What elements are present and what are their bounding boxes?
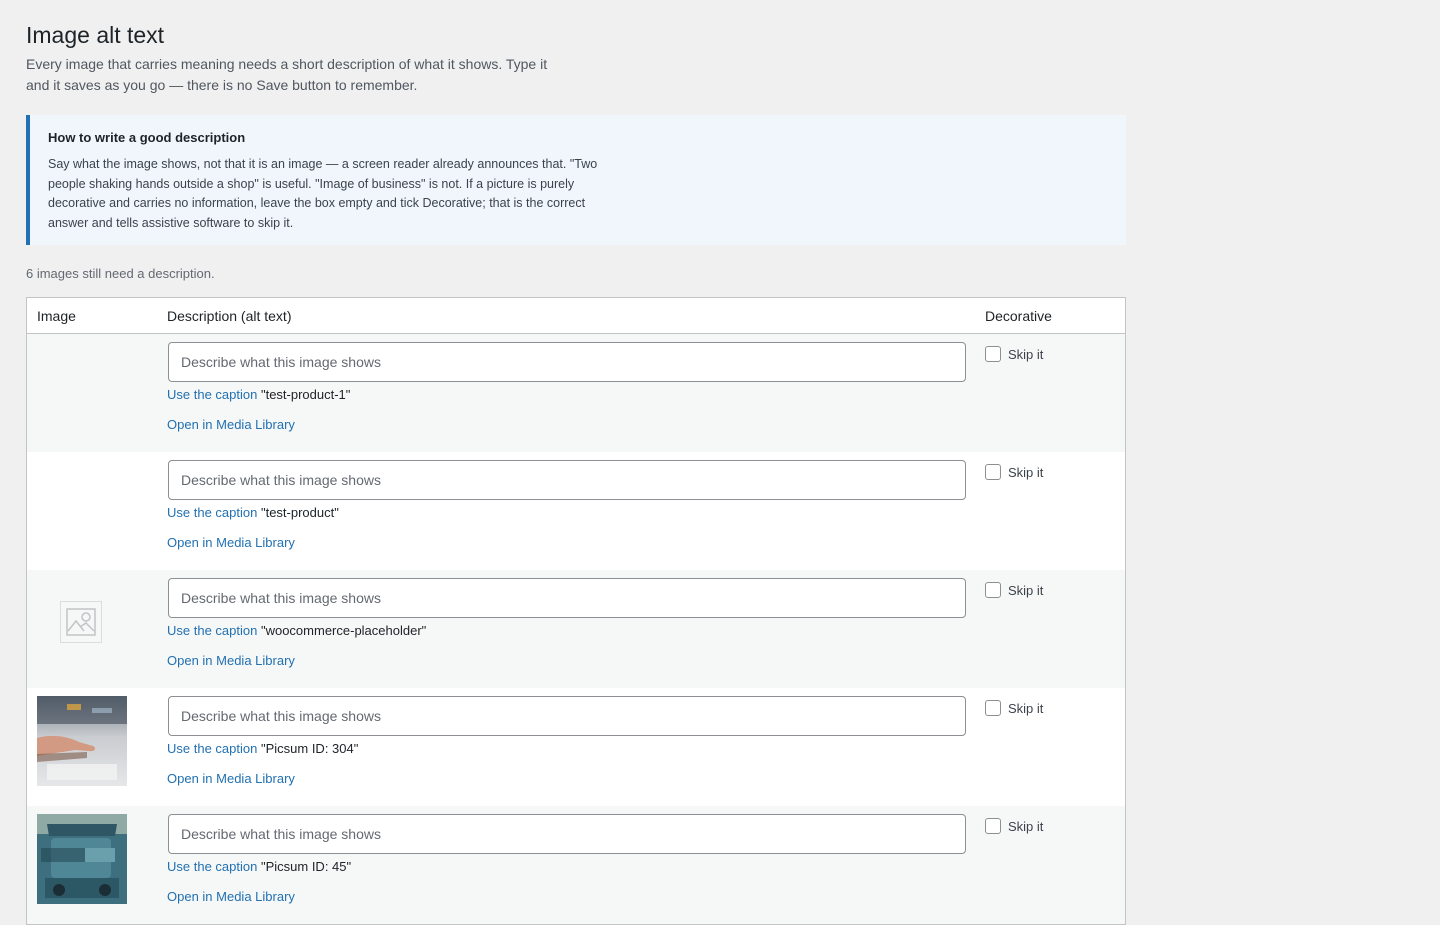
caption-text: "woocommerce-placeholder" [260,623,427,638]
checkbox-box[interactable] [985,582,1001,598]
alt-text-input[interactable] [168,814,966,854]
page-title: Image alt text [26,22,165,48]
guidance-body: Say what the image shows, not that it is… [48,157,598,231]
use-caption-link[interactable]: Use the caption [167,623,257,638]
caption-line: Use the caption "woocommerce-placeholder… [167,622,426,640]
skip-label: Skip it [1008,346,1044,362]
open-media-library-link[interactable]: Open in Media Library [167,652,295,670]
open-media-library-link[interactable]: Open in Media Library [167,888,295,906]
caption-line: Use the caption "test-product" [167,504,339,522]
checkbox-box[interactable] [985,700,1001,716]
page-intro: Every image that carries meaning needs a… [26,56,548,93]
decorative-checkbox[interactable]: Skip it [985,346,1043,362]
column-header-image: Image [37,308,76,324]
image-thumbnail [37,814,127,904]
caption-line: Use the caption "Picsum ID: 304" [167,740,358,758]
decorative-checkbox[interactable]: Skip it [985,818,1043,834]
decorative-checkbox[interactable]: Skip it [985,700,1043,716]
decorative-checkbox[interactable]: Skip it [985,464,1043,480]
alt-text-input[interactable] [168,460,966,500]
alt-text-table: Image Description (alt text) Decorative … [26,297,1126,925]
alt-text-input[interactable] [168,696,966,736]
table-row: Use the caption "test-product-1" Open in… [27,334,1125,452]
caption-line: Use the caption "Picsum ID: 45" [167,858,351,876]
image-thumbnail [37,696,127,786]
column-header-decorative: Decorative [985,308,1052,324]
checkbox-box[interactable] [985,346,1001,362]
table-row: Use the caption "woocommerce-placeholder… [27,570,1125,688]
remaining-count: 6 images still need a description. [26,266,215,281]
open-media-library-link[interactable]: Open in Media Library [167,534,295,552]
skip-label: Skip it [1008,464,1044,480]
open-media-library-link[interactable]: Open in Media Library [167,416,295,434]
column-header-description: Description (alt text) [167,308,292,324]
alt-text-input[interactable] [168,578,966,618]
page-wrap: Image alt text Every image that carries … [26,20,1126,925]
skip-label: Skip it [1008,582,1044,598]
guidance-title: How to write a good description [48,130,246,145]
caption-text: "Picsum ID: 45" [260,859,352,874]
caption-text: "test-product-1" [260,387,351,402]
alt-text-input[interactable] [168,342,966,382]
guidance-notice: How to write a good description Say what… [26,115,1126,245]
checkbox-box[interactable] [985,818,1001,834]
caption-text: "test-product" [260,505,339,520]
table-row: Use the caption "Picsum ID: 45" Open in … [27,806,1125,924]
table-row: Use the caption "Picsum ID: 304" Open in… [27,688,1125,806]
skip-label: Skip it [1008,700,1044,716]
placeholder-image-icon [60,601,102,643]
open-media-library-link[interactable]: Open in Media Library [167,770,295,788]
caption-line: Use the caption "test-product-1" [167,386,350,404]
use-caption-link[interactable]: Use the caption [167,505,257,520]
use-caption-link[interactable]: Use the caption [167,741,257,756]
table-row: Use the caption "test-product" Open in M… [27,452,1125,570]
use-caption-link[interactable]: Use the caption [167,387,257,402]
checkbox-box[interactable] [985,464,1001,480]
skip-label: Skip it [1008,818,1044,834]
caption-text: "Picsum ID: 304" [260,741,359,756]
decorative-checkbox[interactable]: Skip it [985,582,1043,598]
use-caption-link[interactable]: Use the caption [167,859,257,874]
table-header: Image Description (alt text) Decorative [27,298,1125,334]
